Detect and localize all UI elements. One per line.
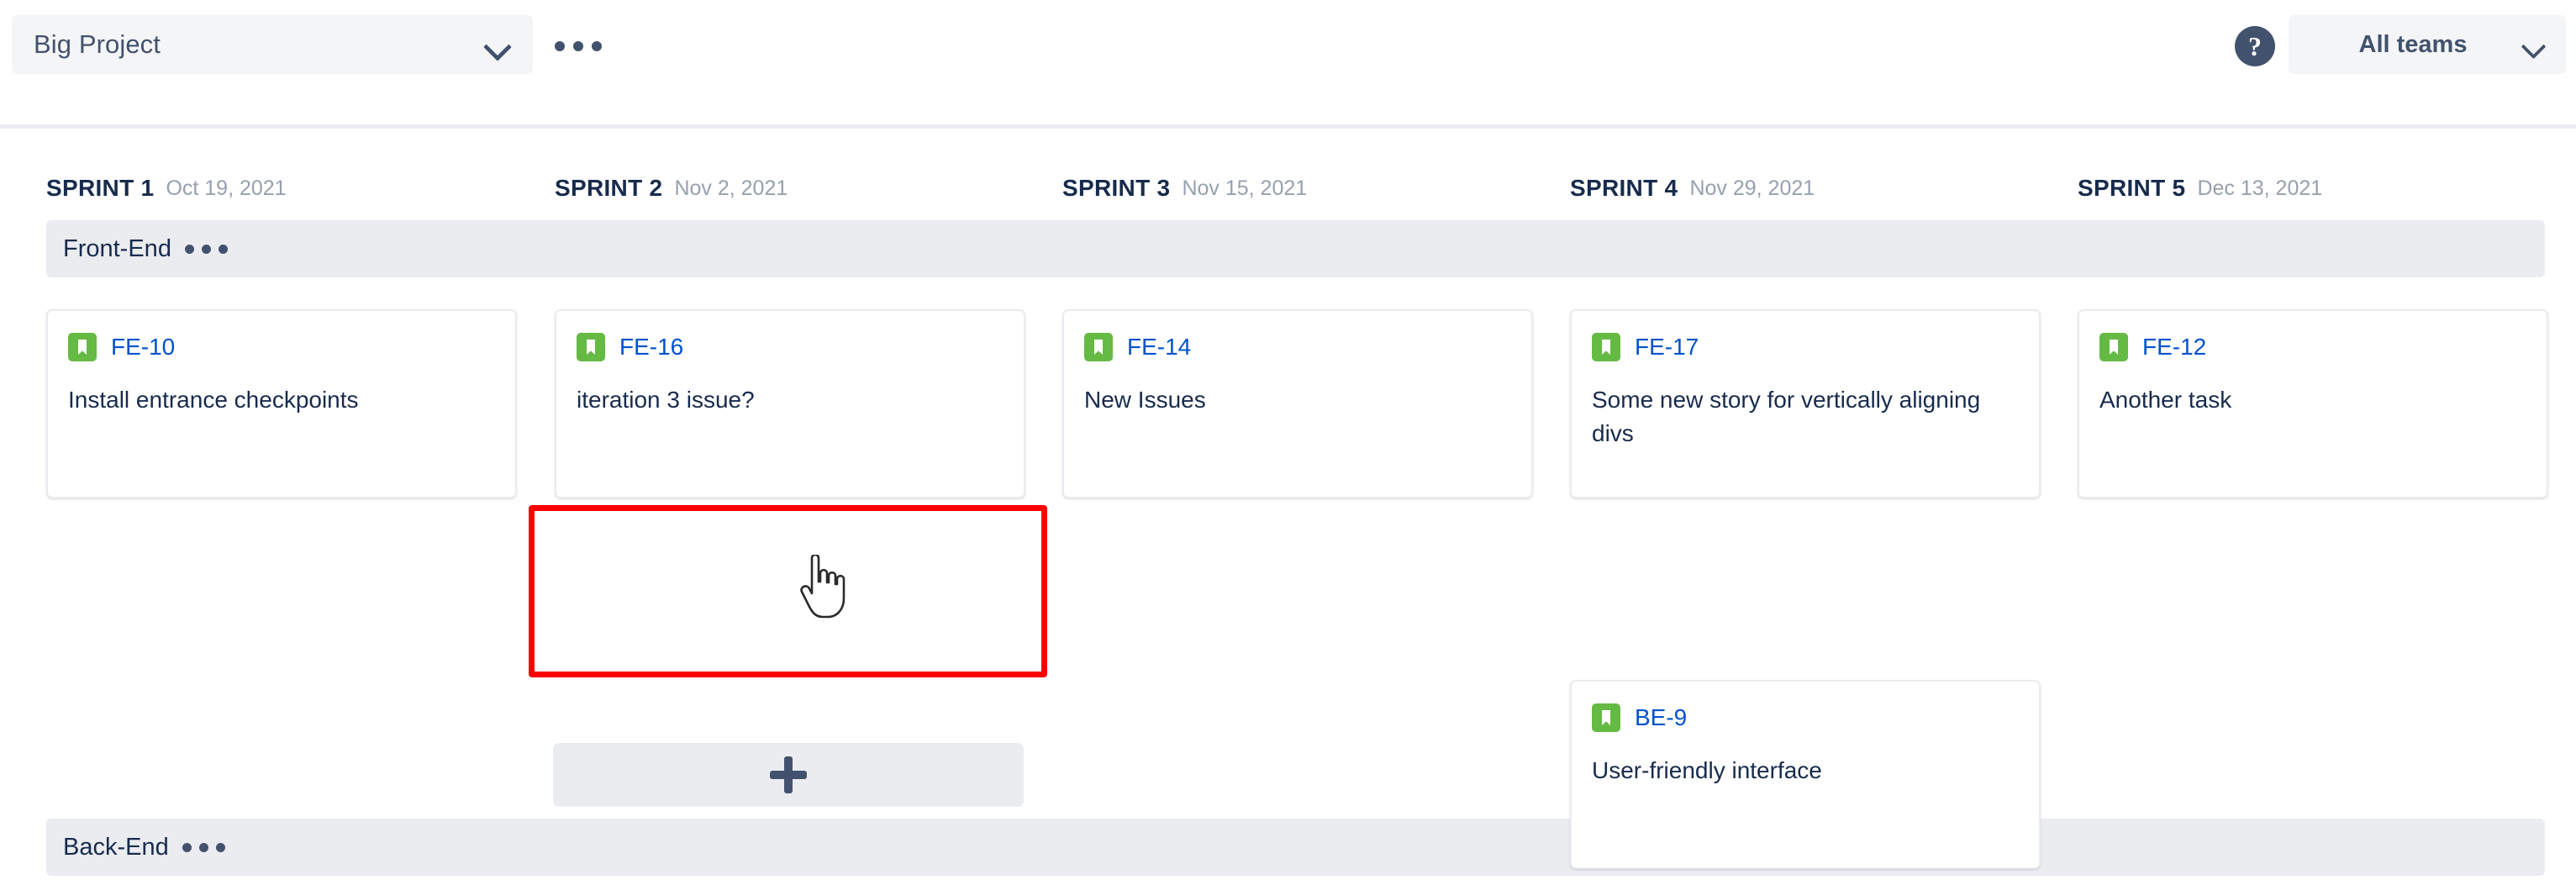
- issue-card-be-9[interactable]: BE-9 User-friendly interface: [1570, 680, 2041, 869]
- teams-filter-label: All teams: [2358, 30, 2468, 58]
- swimlane-title: Front-End: [63, 234, 171, 262]
- sprint-header-1[interactable]: SPRINT 1 Oct 19, 2021: [46, 156, 287, 220]
- sprint-name: SPRINT 4: [1570, 175, 1678, 201]
- story-bookmark-icon: [1592, 703, 1620, 732]
- issue-summary: Some new story for vertically aligning d…: [1592, 387, 1981, 446]
- issue-summary: User-friendly interface: [1592, 757, 1822, 783]
- sprint-name: SPRINT 5: [2078, 175, 2186, 201]
- add-issue-button[interactable]: [553, 743, 1024, 807]
- ellipsis-dot-1: [182, 842, 192, 852]
- swimlane-header-front-end[interactable]: Front-End: [46, 220, 2545, 277]
- ellipsis-dot-3: [218, 244, 228, 254]
- story-bookmark-icon: [1592, 333, 1620, 361]
- sprint-date: Nov 29, 2021: [1689, 176, 1815, 200]
- sprint-name: SPRINT 1: [46, 175, 155, 201]
- issue-key[interactable]: FE-14: [1127, 334, 1191, 361]
- story-bookmark-icon: [1084, 333, 1113, 361]
- board-body: Front-End FE-10 Install entrance checkpo…: [0, 220, 2576, 885]
- swimlane-more-actions-button[interactable]: [184, 244, 228, 254]
- ellipsis-dot-2: [198, 842, 208, 852]
- chevron-down-icon: [482, 30, 511, 59]
- issue-card-fe-16[interactable]: FE-16 iteration 3 issue?: [555, 309, 1025, 498]
- swimlane-more-actions-button[interactable]: [182, 842, 225, 852]
- issue-card-fe-17[interactable]: FE-17 Some new story for vertically alig…: [1570, 309, 2041, 498]
- issue-card-key-row: FE-12: [2099, 329, 2526, 365]
- issue-card-fe-10[interactable]: FE-10 Install entrance checkpoints: [46, 309, 517, 498]
- story-bookmark-icon: [2099, 333, 2128, 361]
- ellipsis-dot-3: [592, 41, 602, 51]
- issue-card-fe-12[interactable]: FE-12 Another task: [2078, 309, 2548, 498]
- chevron-down-icon: [2519, 30, 2547, 59]
- sprint-date: Nov 2, 2021: [674, 176, 788, 200]
- sprint-header-2[interactable]: SPRINT 2 Nov 2, 2021: [555, 156, 788, 220]
- sprint-board-app: Big Project ? All teams SPRINT 1 Oct 19,…: [0, 0, 2576, 885]
- swimlane-title: Back-End: [63, 833, 169, 861]
- project-selector-label: Big Project: [34, 29, 161, 59]
- ellipsis-dot-1: [184, 244, 194, 254]
- issue-key[interactable]: FE-12: [2142, 334, 2206, 361]
- sprint-header-3[interactable]: SPRINT 3 Nov 15, 2021: [1062, 156, 1307, 220]
- sprint-header-row: SPRINT 1 Oct 19, 2021 SPRINT 2 Nov 2, 20…: [0, 156, 2576, 220]
- sprint-date: Dec 13, 2021: [2197, 176, 2323, 200]
- sprint-name: SPRINT 2: [555, 175, 663, 201]
- swimlane-header-back-end[interactable]: Back-End: [46, 819, 2545, 876]
- issue-card-key-row: BE-9: [1592, 700, 2019, 735]
- ellipsis-dot-3: [215, 842, 225, 852]
- issue-key[interactable]: BE-9: [1635, 704, 1687, 731]
- sprint-header-5[interactable]: SPRINT 5 Dec 13, 2021: [2078, 156, 2322, 220]
- issue-card-key-row: FE-10: [68, 329, 495, 365]
- help-button[interactable]: ?: [2235, 26, 2275, 66]
- sprint-date: Nov 15, 2021: [1182, 176, 1308, 200]
- plus-icon: [770, 756, 807, 793]
- issue-card-key-row: FE-16: [577, 329, 1004, 365]
- ellipsis-dot-2: [573, 41, 583, 51]
- issue-summary: Install entrance checkpoints: [68, 387, 359, 413]
- header-divider: [0, 124, 2576, 129]
- sprint-name: SPRINT 3: [1062, 175, 1171, 201]
- issue-summary: New Issues: [1084, 387, 1206, 413]
- story-bookmark-icon: [68, 333, 97, 361]
- question-mark-icon: ?: [2248, 31, 2262, 61]
- board-more-actions-button[interactable]: [555, 32, 614, 61]
- sprint-date: Oct 19, 2021: [166, 176, 287, 200]
- issue-card-fe-14[interactable]: FE-14 New Issues: [1062, 309, 1533, 498]
- issue-summary: iteration 3 issue?: [577, 387, 755, 413]
- sprint-header-4[interactable]: SPRINT 4 Nov 29, 2021: [1570, 156, 1815, 220]
- issue-card-key-row: FE-17: [1592, 329, 2019, 365]
- issue-key[interactable]: FE-10: [111, 334, 175, 361]
- issue-key[interactable]: FE-16: [619, 334, 683, 361]
- teams-filter-selector[interactable]: All teams: [2289, 15, 2566, 74]
- story-bookmark-icon: [577, 333, 605, 361]
- issue-card-key-row: FE-14: [1084, 329, 1511, 365]
- top-bar: Big Project ? All teams: [0, 0, 2576, 129]
- ellipsis-dot-2: [201, 244, 211, 254]
- project-selector[interactable]: Big Project: [12, 15, 533, 74]
- issue-summary: Another task: [2099, 387, 2232, 413]
- issue-key[interactable]: FE-17: [1635, 334, 1699, 361]
- ellipsis-dot-1: [555, 41, 565, 51]
